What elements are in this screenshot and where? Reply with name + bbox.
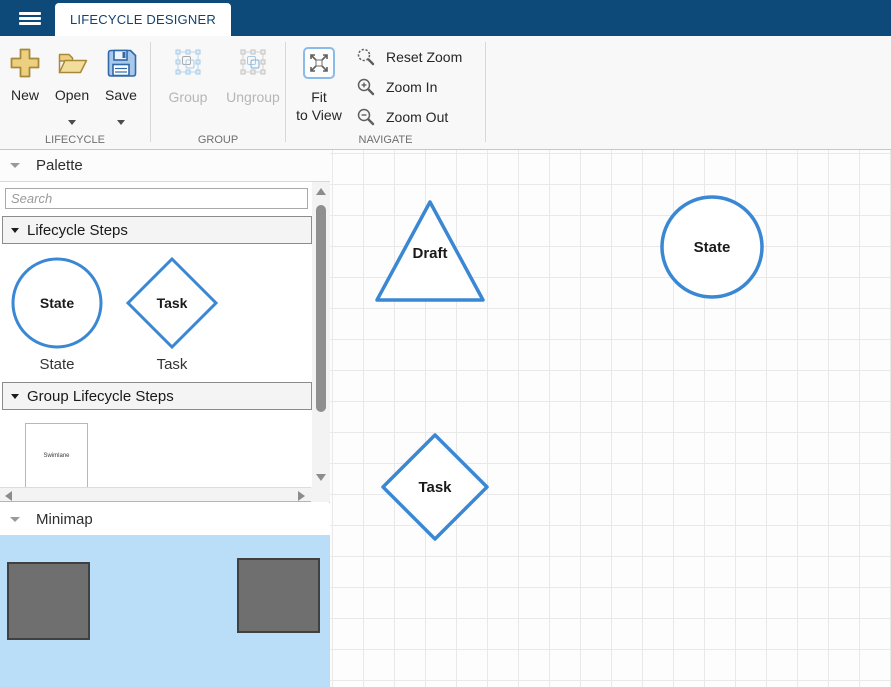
fit-to-view-button[interactable]: Fit to View — [290, 46, 348, 124]
accordion-arrow-icon — [11, 228, 19, 233]
reset-zoom-icon — [356, 47, 376, 67]
group-button[interactable]: Group — [158, 48, 218, 106]
task-shape-text: Task — [157, 295, 188, 311]
palette-vertical-scrollbar[interactable] — [312, 182, 330, 487]
canvas-shape-state-circle[interactable]: State — [662, 197, 762, 297]
fit-to-view-label-line2: to View — [296, 106, 342, 124]
draft-shape-label: Draft — [412, 245, 447, 262]
zoom-in-icon — [356, 77, 376, 97]
palette-item-task[interactable]: Task — [125, 256, 219, 355]
open-dropdown-caret-icon[interactable] — [68, 120, 76, 125]
vertical-scrollbar-thumb[interactable] — [316, 205, 326, 412]
open-button[interactable]: Open — [49, 46, 95, 125]
group-lifecycle-steps-title: Group Lifecycle Steps — [27, 388, 174, 405]
scroll-up-icon[interactable] — [316, 188, 326, 195]
save-label: Save — [105, 86, 137, 104]
zoom-out-label: Zoom Out — [386, 108, 448, 126]
palette-horizontal-scrollbar[interactable] — [0, 487, 311, 502]
accordion-arrow-icon — [11, 394, 19, 399]
navigate-section-label: NAVIGATE — [286, 134, 485, 146]
zoom-in-button[interactable]: Zoom In — [356, 76, 496, 98]
lifecycle-steps-title: Lifecycle Steps — [27, 222, 128, 239]
fit-to-view-label-line1: Fit — [311, 88, 327, 106]
zoom-out-button[interactable]: Zoom Out — [356, 106, 496, 128]
diagram-canvas[interactable]: Draft State Task — [330, 150, 891, 687]
palette-item-swimlane[interactable]: Swimlane — [25, 423, 88, 489]
new-button[interactable]: New — [2, 46, 48, 104]
hamburger-menu-button[interactable] — [10, 0, 50, 36]
ungroup-button[interactable]: Ungroup — [222, 48, 284, 106]
canvas-shapes-layer: Draft State Task — [330, 150, 891, 687]
save-floppy-icon — [104, 46, 138, 80]
titlebar: LIFECYCLE DESIGNER — [0, 0, 891, 36]
scroll-right-icon[interactable] — [298, 491, 305, 501]
save-dropdown-caret-icon[interactable] — [117, 120, 125, 125]
ribbon-divider — [285, 42, 286, 142]
palette-item-task-label: Task — [125, 356, 219, 373]
fit-to-view-icon — [302, 46, 336, 80]
state-shape-text: State — [40, 295, 74, 311]
canvas-shape-task-diamond[interactable]: Task — [383, 435, 487, 539]
palette-collapse-chevron-icon[interactable] — [10, 163, 20, 168]
task-shape-label: Task — [418, 479, 452, 496]
ungroup-icon — [239, 48, 267, 76]
hamburger-icon — [19, 10, 41, 27]
new-label: New — [11, 86, 39, 104]
scroll-left-icon[interactable] — [5, 491, 12, 501]
reset-zoom-button[interactable]: Reset Zoom — [356, 46, 496, 68]
state-circle-shape: State — [10, 256, 104, 350]
zoom-in-label: Zoom In — [386, 78, 437, 96]
group-section-label: GROUP — [151, 134, 285, 146]
new-plus-icon — [8, 46, 42, 80]
canvas-shape-draft-triangle[interactable]: Draft — [377, 202, 483, 300]
left-panel: Palette Lifecycle Steps State State Task… — [0, 150, 330, 687]
minimap-shape-rect[interactable] — [237, 558, 320, 633]
tab-lifecycle-designer[interactable]: LIFECYCLE DESIGNER — [55, 3, 231, 36]
open-folder-icon — [55, 46, 89, 80]
minimap-collapse-chevron-icon[interactable] — [10, 517, 20, 522]
reset-zoom-label: Reset Zoom — [386, 48, 462, 66]
swimlane-shape-text: Swimlane — [43, 453, 69, 459]
palette-search-input[interactable] — [5, 188, 308, 209]
state-shape-label: State — [694, 239, 731, 256]
ribbon-divider — [150, 42, 151, 142]
zoom-out-icon — [356, 107, 376, 127]
ungroup-label: Ungroup — [226, 88, 280, 106]
scroll-down-icon[interactable] — [316, 474, 326, 481]
ribbon-divider — [485, 42, 486, 142]
accordion-lifecycle-steps[interactable]: Lifecycle Steps — [2, 216, 312, 244]
open-label: Open — [55, 86, 89, 104]
lifecycle-section-label: LIFECYCLE — [0, 134, 150, 146]
accordion-group-lifecycle-steps[interactable]: Group Lifecycle Steps — [2, 382, 312, 410]
tab-label: LIFECYCLE DESIGNER — [70, 12, 216, 27]
group-icon — [174, 48, 202, 76]
minimap-view[interactable] — [0, 535, 330, 687]
lifecycle-designer-app: LIFECYCLE DESIGNER New Open — [0, 0, 891, 687]
palette-item-state-label: State — [10, 356, 104, 373]
minimap-title: Minimap — [36, 511, 93, 528]
task-diamond-shape: Task — [125, 256, 219, 350]
toolbar-ribbon: New Open — [0, 36, 891, 150]
palette-title: Palette — [36, 157, 83, 174]
palette-header: Palette — [0, 150, 330, 182]
group-label: Group — [169, 88, 208, 106]
minimap-header: Minimap — [0, 503, 330, 535]
save-button[interactable]: Save — [98, 46, 144, 125]
minimap-shape-rect[interactable] — [7, 562, 90, 640]
palette-item-state[interactable]: State — [10, 256, 104, 355]
scrollbar-corner — [311, 487, 330, 502]
